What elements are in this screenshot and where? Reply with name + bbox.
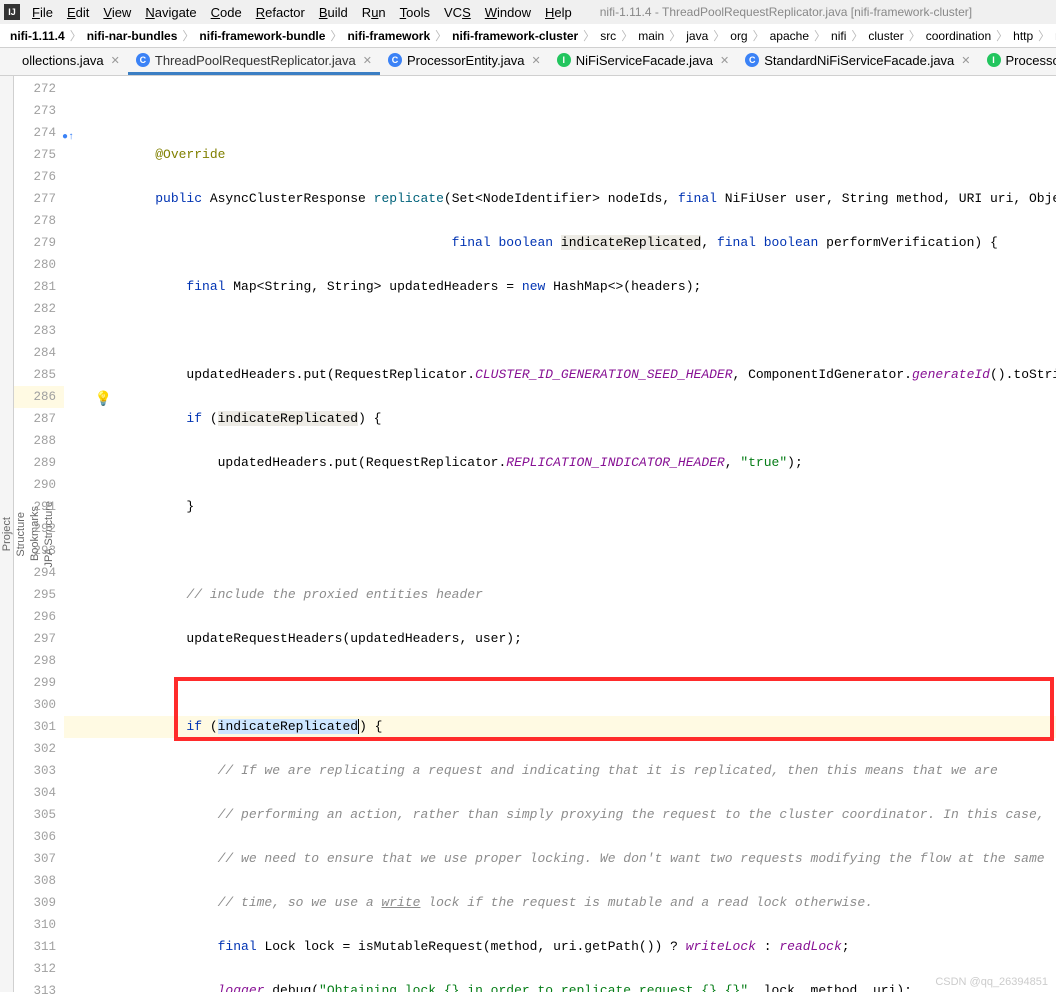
tab-label: NiFiServiceFacade.java <box>576 53 713 68</box>
menu-tools[interactable]: Tools <box>394 3 436 22</box>
crumb[interactable]: coordination <box>922 27 995 45</box>
crumb[interactable]: rep <box>1051 27 1056 45</box>
menu-window[interactable]: Window <box>479 3 537 22</box>
editor-tabs: ollections.java ✕ C ThreadPoolRequestRepli… <box>0 48 1056 76</box>
watermark: CSDN @qq_26394851 <box>935 976 1048 988</box>
app-icon: IJ <box>4 4 20 20</box>
crumb[interactable]: apache <box>766 27 813 45</box>
line-gutter: 272273274●↑27527627727827928028128228328… <box>14 76 64 992</box>
tab[interactable]: I NiFiServiceFacade.java ✕ <box>549 49 738 75</box>
tab[interactable]: C ThreadPoolRequestReplicator.java ✕ <box>128 49 380 75</box>
crumb[interactable]: main <box>634 27 668 45</box>
chevron-right-icon: 〉 <box>435 27 447 44</box>
crumb[interactable]: nifi-framework-bundle <box>195 27 329 45</box>
crumb[interactable]: nifi-framework-cluster <box>448 27 582 45</box>
menu-build[interactable]: Build <box>313 3 354 22</box>
chevron-right-icon: 〉 <box>713 27 725 44</box>
chevron-right-icon: 〉 <box>669 27 681 44</box>
tab[interactable]: ollections.java ✕ <box>14 49 128 75</box>
tab-label: ollections.java <box>22 53 104 68</box>
menu-file[interactable]: File <box>26 3 59 22</box>
menu-help[interactable]: Help <box>539 3 578 22</box>
chevron-right-icon: 〉 <box>1038 27 1050 44</box>
interface-icon: I <box>987 53 1001 67</box>
menu-refactor[interactable]: Refactor <box>250 3 311 22</box>
tab-label: ThreadPoolRequestReplicator.java <box>155 53 356 68</box>
chevron-right-icon: 〉 <box>583 27 595 44</box>
chevron-right-icon: 〉 <box>851 27 863 44</box>
crumb[interactable]: src <box>596 27 620 45</box>
chevron-right-icon: 〉 <box>753 27 765 44</box>
sidebar-project[interactable]: Project <box>0 509 14 559</box>
tab[interactable]: I ProcessorDAO. <box>979 49 1056 75</box>
close-icon[interactable]: ✕ <box>720 54 729 67</box>
interface-icon: I <box>557 53 571 67</box>
class-icon: C <box>745 53 759 67</box>
crumb[interactable]: org <box>726 27 751 45</box>
menu-vcs[interactable]: VCS <box>438 3 477 22</box>
code-editor[interactable]: @Override public AsyncClusterResponse re… <box>64 76 1056 992</box>
crumb[interactable]: nifi-1.11.4 <box>6 27 69 45</box>
close-icon[interactable]: ✕ <box>961 54 970 67</box>
menu-run[interactable]: Run <box>356 3 392 22</box>
menu-view[interactable]: View <box>97 3 137 22</box>
window-title: nifi-1.11.4 - ThreadPoolRequestReplicato… <box>600 5 972 19</box>
menu-code[interactable]: Code <box>205 3 248 22</box>
close-icon[interactable]: ✕ <box>111 54 120 67</box>
tab[interactable]: C ProcessorEntity.java ✕ <box>380 49 549 75</box>
chevron-right-icon: 〉 <box>330 27 342 44</box>
tab-label: ProcessorEntity.java <box>407 53 525 68</box>
left-sidebar: Project Structure Bookmarks JPA Structur… <box>0 76 14 992</box>
menu-bar: IJ File Edit View Navigate Code Refactor… <box>0 0 1056 24</box>
tab-label: StandardNiFiServiceFacade.java <box>764 53 954 68</box>
crumb[interactable]: http <box>1009 27 1037 45</box>
tab-label: ProcessorDAO. <box>1006 53 1056 68</box>
class-icon: C <box>136 53 150 67</box>
crumb[interactable]: nifi <box>827 27 850 45</box>
crumb[interactable]: nifi-framework <box>343 27 434 45</box>
chevron-right-icon: 〉 <box>814 27 826 44</box>
menu-navigate[interactable]: Navigate <box>139 3 202 22</box>
crumb[interactable]: java <box>682 27 712 45</box>
close-icon[interactable]: ✕ <box>363 54 372 67</box>
crumb[interactable]: cluster <box>864 27 907 45</box>
class-icon: C <box>388 53 402 67</box>
close-icon[interactable]: ✕ <box>532 54 541 67</box>
menu-edit[interactable]: Edit <box>61 3 95 22</box>
crumb[interactable]: nifi-nar-bundles <box>83 27 182 45</box>
chevron-right-icon: 〉 <box>996 27 1008 44</box>
chevron-right-icon: 〉 <box>70 27 82 44</box>
chevron-right-icon: 〉 <box>909 27 921 44</box>
tab[interactable]: C StandardNiFiServiceFacade.java ✕ <box>737 49 978 75</box>
chevron-right-icon: 〉 <box>182 27 194 44</box>
chevron-right-icon: 〉 <box>621 27 633 44</box>
breadcrumb: nifi-1.11.4〉 nifi-nar-bundles〉 nifi-fram… <box>0 24 1056 48</box>
annotation: @Override <box>155 147 225 162</box>
